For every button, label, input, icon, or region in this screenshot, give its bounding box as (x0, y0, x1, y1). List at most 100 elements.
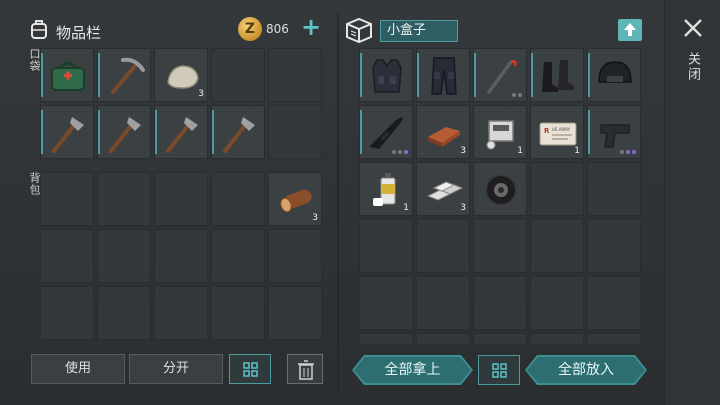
container-slot[interactable] (416, 276, 470, 330)
box-icon (346, 17, 372, 44)
container-slot[interactable] (473, 333, 527, 345)
backpack-slot[interactable] (268, 229, 322, 283)
backpack-slot[interactable] (97, 286, 151, 340)
grid-icon (492, 363, 507, 378)
slot-highlight (98, 110, 100, 154)
slot-highlight (417, 53, 419, 97)
container-slot[interactable] (359, 219, 413, 273)
backpack-slot[interactable] (40, 286, 94, 340)
container-slot[interactable] (530, 162, 584, 216)
id-card-text: US ARMY (552, 127, 571, 132)
sort-grid-button[interactable] (229, 354, 271, 384)
item-quantity: 3 (198, 89, 204, 99)
container-slot[interactable] (530, 219, 584, 273)
container-slot-6[interactable] (359, 105, 413, 159)
slot-highlight (98, 53, 100, 97)
container-slot-1[interactable] (359, 48, 413, 102)
backpack-slot[interactable] (97, 172, 151, 226)
container-slot-10[interactable] (587, 105, 641, 159)
add-coins-button[interactable]: + (300, 15, 322, 39)
backpack-slot[interactable] (268, 286, 322, 340)
pickaxe-icon (111, 57, 145, 94)
hatchet-icon (166, 117, 198, 153)
container-slot[interactable] (530, 333, 584, 345)
rarity-dots (512, 93, 522, 97)
container-slot-7[interactable]: 3 (416, 105, 470, 159)
item-quantity: 1 (574, 146, 580, 156)
coin-count: 806 (266, 22, 289, 36)
backpack-slot[interactable] (154, 229, 208, 283)
pocket-slot-8[interactable] (154, 105, 208, 159)
hatchet-icon (223, 117, 255, 153)
container-name: 小盒子 (380, 20, 458, 42)
pocket-slot-6[interactable] (40, 105, 94, 159)
backpack-slot[interactable] (211, 229, 265, 283)
split-button[interactable]: 分开 (129, 354, 223, 384)
backpack-slot-wood[interactable]: 3 (268, 172, 322, 226)
put-all-button[interactable]: 全部放入 (525, 355, 647, 385)
take-all-button[interactable]: 全部拿上 (352, 355, 473, 385)
container-slot-13[interactable] (473, 162, 527, 216)
item-quantity: 3 (460, 203, 466, 213)
item-quantity: 1 (517, 146, 523, 156)
pocket-slot-4[interactable] (211, 48, 265, 102)
container-sort-button[interactable] (478, 355, 520, 385)
backpack-slot[interactable] (211, 172, 265, 226)
crowbar-icon (487, 60, 517, 94)
container-slot-3[interactable] (473, 48, 527, 102)
container-slot-2[interactable] (416, 48, 470, 102)
pocket-slot-3[interactable]: 3 (154, 48, 208, 102)
slot-highlight (531, 53, 533, 97)
slot-highlight (155, 110, 157, 154)
container-slot-12[interactable]: 3 (416, 162, 470, 216)
backpack-slot[interactable] (211, 286, 265, 340)
backpack-slot[interactable] (97, 229, 151, 283)
pocket-slot-10[interactable] (268, 105, 322, 159)
combat-helmet-icon (598, 61, 632, 83)
container-slot[interactable] (359, 333, 413, 345)
upload-button[interactable] (618, 19, 642, 41)
pocket-slot-2[interactable] (97, 48, 151, 102)
container-slot[interactable] (587, 162, 641, 216)
inventory-screen: 物品栏 Z 806 + 口袋 背包 3 3 使用 分开 小盒子 关闭 3 1 R… (0, 0, 720, 405)
backpack-slot[interactable] (40, 172, 94, 226)
container-slot-4[interactable] (530, 48, 584, 102)
hatchet-icon (52, 117, 84, 153)
container-slot[interactable] (416, 333, 470, 345)
slot-highlight (360, 110, 362, 154)
close-label[interactable]: 关闭 (683, 52, 702, 82)
pocket-slot-9[interactable] (211, 105, 265, 159)
item-quantity: 3 (312, 213, 318, 223)
container-slot[interactable] (530, 276, 584, 330)
rarity-dots (392, 150, 408, 154)
container-slot[interactable] (473, 276, 527, 330)
container-slot-11[interactable]: 1 (359, 162, 413, 216)
pistol-icon (600, 124, 630, 148)
slot-highlight (588, 53, 590, 97)
arrow-up-icon (624, 23, 636, 36)
backpack-slot[interactable] (154, 286, 208, 340)
container-slot[interactable] (587, 219, 641, 273)
container-slot-8[interactable]: 1 (473, 105, 527, 159)
close-icon[interactable] (681, 16, 705, 40)
pocket-slot-7[interactable] (97, 105, 151, 159)
use-button[interactable]: 使用 (31, 354, 125, 384)
container-slot[interactable] (359, 276, 413, 330)
put-all-label: 全部放入 (558, 362, 614, 378)
backpack-icon (31, 20, 47, 39)
trash-button[interactable] (287, 354, 323, 384)
container-slot[interactable] (587, 276, 641, 330)
item-quantity: 1 (403, 203, 409, 213)
container-slot[interactable] (416, 219, 470, 273)
backpack-slot[interactable] (154, 172, 208, 226)
container-slot[interactable] (587, 333, 641, 345)
pocket-slot-1[interactable] (40, 48, 94, 102)
tire-wheel-icon (485, 174, 517, 206)
container-slot-9[interactable]: R US ARMY 1 (530, 105, 584, 159)
tactical-vest-icon (372, 59, 402, 93)
slot-highlight (41, 110, 43, 154)
backpack-slot[interactable] (40, 229, 94, 283)
pocket-slot-5[interactable] (268, 48, 322, 102)
container-slot[interactable] (473, 219, 527, 273)
container-slot-5[interactable] (587, 48, 641, 102)
